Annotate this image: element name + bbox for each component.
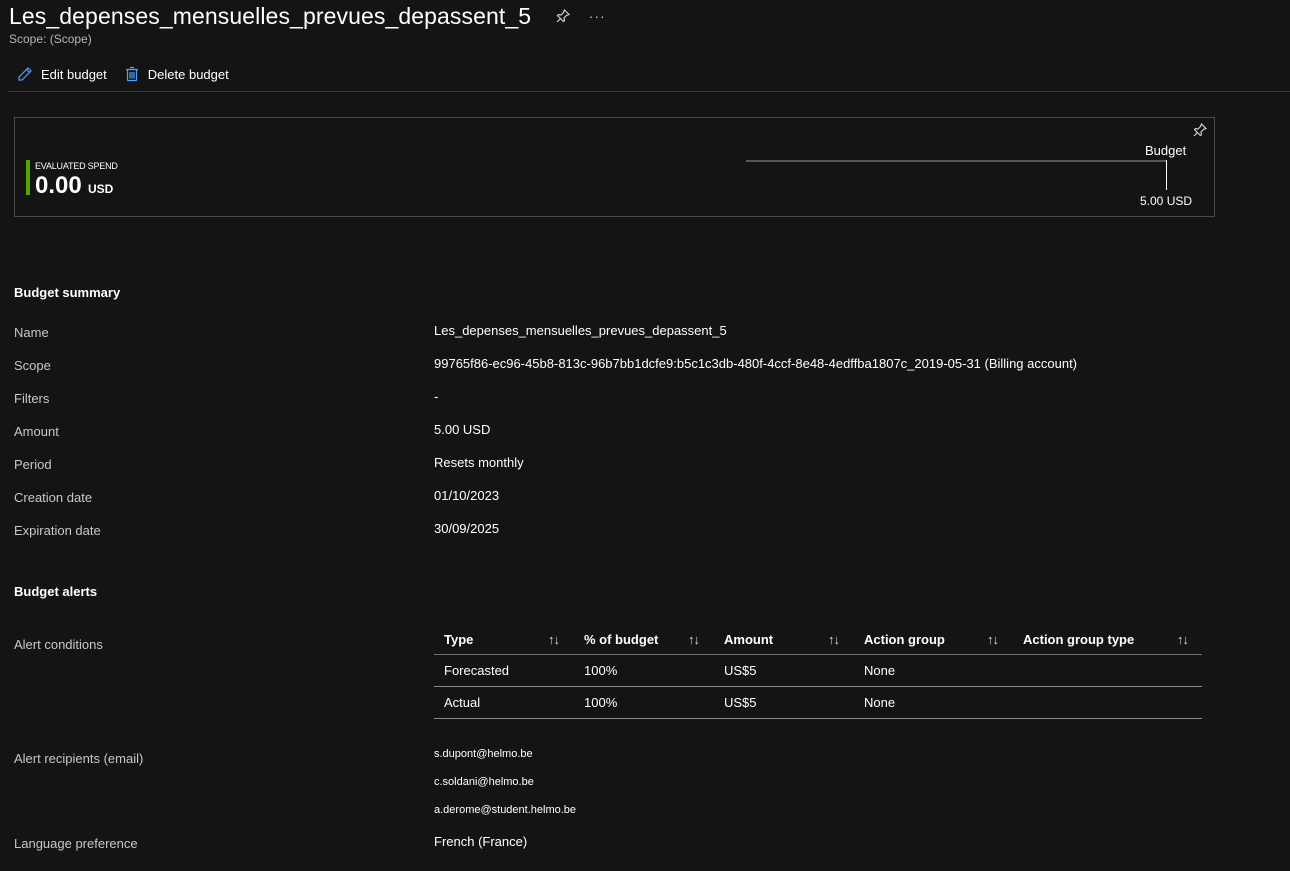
toolbar-divider	[8, 91, 1290, 92]
column-header-amount[interactable]: Amount ↑↓	[714, 632, 854, 647]
title-row: Les_depenses_mensuelles_prevues_depassen…	[9, 0, 607, 32]
summary-value-period: Resets monthly	[434, 455, 524, 470]
alert-conditions-label: Alert conditions	[14, 637, 103, 652]
column-header-label: Action group	[864, 631, 945, 647]
summary-value-creation-date: 01/10/2023	[434, 488, 500, 503]
budget-progress-track	[746, 160, 1167, 162]
card-pin-icon[interactable]	[1192, 122, 1208, 138]
column-header-label: % of budget	[584, 631, 659, 647]
cell-type: Actual	[444, 695, 481, 710]
pencil-icon	[16, 65, 34, 83]
column-header-label: Amount	[724, 631, 774, 647]
column-header-label: Action group type	[1023, 631, 1135, 647]
alert-conditions-table: Type ↑↓ % of budget ↑↓ Amount ↑↓ Action …	[434, 624, 1202, 719]
column-header-type[interactable]: Type ↑↓	[434, 632, 574, 647]
summary-label-name: Name	[14, 325, 49, 340]
table-header: Type ↑↓ % of budget ↑↓ Amount ↑↓ Action …	[434, 624, 1202, 655]
language-preference-value: French (France)	[434, 834, 528, 849]
summary-label-creation-date: Creation date	[14, 490, 93, 505]
evaluated-spend-label: EVALUATED SPEND	[35, 161, 118, 171]
edit-budget-label: Edit budget	[41, 66, 107, 82]
trash-icon	[123, 65, 141, 83]
recipient-email: s.dupont@helmo.be	[434, 748, 533, 760]
cell-percent: 100%	[584, 663, 618, 678]
sort-icon[interactable]: ↑↓	[548, 632, 560, 647]
recipient-email: a.derome@student.helmo.be	[434, 804, 577, 816]
edit-budget-button[interactable]: Edit budget	[16, 65, 107, 83]
pin-icon[interactable]	[553, 6, 573, 26]
summary-value-filters: -	[434, 389, 439, 404]
evaluated-spend-value: 0.00	[35, 172, 82, 199]
summary-label-filters: Filters	[14, 391, 50, 406]
budget-alerts-title: Budget alerts	[14, 584, 98, 599]
column-header-label: Type	[444, 631, 474, 647]
alert-recipients-label: Alert recipients (email)	[14, 751, 144, 766]
summary-label-amount: Amount	[14, 424, 59, 439]
budget-marker-amount: 5.00 USD	[1140, 194, 1193, 208]
evaluated-spend-card: EVALUATED SPEND 0.00 USD Budget 5.00 USD	[14, 117, 1215, 217]
cell-percent: 100%	[584, 695, 618, 710]
summary-value-amount: 5.00 USD	[434, 422, 491, 437]
spend-accent-bar	[26, 160, 30, 195]
budget-summary-title: Budget summary	[14, 285, 121, 300]
cell-action-group: None	[864, 663, 896, 678]
summary-value-scope: 99765f86-ec96-45b8-813c-96b7bb1dcfe9:b5c…	[434, 356, 1078, 371]
evaluated-spend-unit: USD	[88, 182, 114, 196]
column-header-action-group[interactable]: Action group ↑↓	[854, 632, 1013, 647]
column-header-action-group-type[interactable]: Action group type ↑↓	[1013, 632, 1202, 647]
budget-marker	[1166, 160, 1167, 190]
budget-details-page: Les_depenses_mensuelles_prevues_depassen…	[0, 0, 1290, 871]
table-row: Forecasted 100% US$5 None	[434, 655, 1202, 687]
sort-icon[interactable]: ↑↓	[688, 632, 700, 647]
summary-label-expiration-date: Expiration date	[14, 523, 101, 538]
cell-amount: US$5	[724, 695, 757, 710]
sort-icon[interactable]: ↑↓	[987, 632, 999, 647]
more-options-icon[interactable]: ···	[587, 6, 607, 26]
delete-budget-button[interactable]: Delete budget	[123, 65, 229, 83]
sort-icon[interactable]: ↑↓	[828, 632, 840, 647]
recipient-email: c.soldani@helmo.be	[434, 776, 534, 788]
summary-value-expiration-date: 30/09/2025	[434, 521, 500, 536]
summary-value-name: Les_depenses_mensuelles_prevues_depassen…	[434, 323, 727, 338]
cell-type: Forecasted	[444, 663, 510, 678]
language-preference-label: Language preference	[14, 836, 138, 851]
delete-budget-label: Delete budget	[147, 66, 229, 82]
cell-action-group: None	[864, 695, 896, 710]
table-row: Actual 100% US$5 None	[434, 687, 1202, 719]
page-title: Les_depenses_mensuelles_prevues_depassen…	[9, 2, 532, 29]
toolbar: Edit budget Delete budget	[16, 62, 245, 86]
scope-subtitle: Scope: (Scope)	[9, 32, 92, 46]
summary-label-period: Period	[14, 457, 52, 472]
sort-icon[interactable]: ↑↓	[1177, 632, 1189, 647]
budget-marker-label: Budget	[1145, 143, 1187, 158]
cell-amount: US$5	[724, 663, 757, 678]
summary-label-scope: Scope	[14, 358, 51, 373]
column-header-percent[interactable]: % of budget ↑↓	[574, 632, 714, 647]
